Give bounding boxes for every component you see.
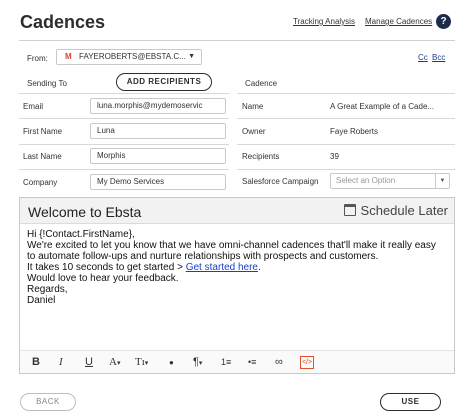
cc-link[interactable]: Cc [418, 53, 428, 62]
bcc-link[interactable]: Bcc [432, 53, 445, 62]
company-label: Company [23, 178, 58, 187]
header-divider [19, 40, 455, 41]
body-line: Daniel [27, 295, 56, 306]
cadence-label: Cadence [245, 79, 278, 88]
salesforce-campaign-select[interactable]: Select an Option ▼ [330, 173, 450, 189]
body-text: . [257, 262, 261, 273]
calendar-icon [343, 204, 356, 216]
first-name-field[interactable]: Luna [90, 123, 226, 139]
use-button[interactable]: USE [380, 393, 441, 411]
chevron-down-icon: ▾ [144, 359, 149, 367]
body-line: to automate follow-ups and nurture relat… [27, 251, 379, 262]
row-divider [19, 93, 229, 94]
italic-icon[interactable]: I [59, 356, 63, 369]
underline-icon[interactable]: U [85, 356, 93, 369]
body-text: It takes 10 seconds to get started > [27, 262, 186, 273]
link-icon[interactable]: ∞ [275, 356, 283, 369]
ink-icon[interactable]: ● [169, 356, 174, 369]
body-line: Would love to hear your feedback. [27, 273, 179, 284]
font-size-glyph: Tı [135, 356, 145, 368]
manage-cadences-link[interactable]: Manage Cadences [365, 17, 432, 26]
get-started-link[interactable]: Get started here [186, 262, 258, 273]
email-field[interactable]: luna.morphis@mydemoservic [90, 98, 226, 114]
from-label: From: [27, 54, 48, 63]
help-icon[interactable]: ? [436, 14, 451, 29]
first-name-label: First Name [23, 127, 63, 136]
add-recipients-button[interactable]: ADD RECIPIENTS [116, 73, 212, 91]
tracking-analysis-link[interactable]: Tracking Analysis [293, 17, 355, 26]
bullet-list-icon[interactable]: •≡ [248, 356, 256, 369]
formatting-toolbar: B I U A▾ Tı▾ ● ¶▾ 1≡ •≡ ∞ </> [20, 350, 454, 373]
row-divider [237, 169, 455, 170]
last-name-label: Last Name [23, 152, 62, 161]
page-title: Cadences [20, 12, 106, 32]
font-size-icon[interactable]: Tı▾ [135, 356, 148, 369]
subject-input[interactable]: Welcome to Ebsta [28, 204, 141, 220]
back-button[interactable]: BACK [20, 393, 76, 411]
schedule-later-button[interactable]: Schedule Later [343, 203, 448, 218]
email-body[interactable]: Hi {!Contact.FirstName}, We're excited t… [27, 229, 451, 306]
row-divider [19, 118, 229, 119]
chevron-down-icon: ▾ [116, 359, 121, 367]
owner-label: Owner [242, 127, 266, 136]
owner-value: Faye Roberts [330, 127, 379, 136]
salesforce-campaign-label: Salesforce Campaign [242, 177, 319, 186]
body-line: We're excited to let you know that we ha… [27, 240, 436, 251]
row-divider [19, 169, 229, 170]
salesforce-campaign-placeholder: Select an Option [336, 176, 396, 185]
sending-to-label: Sending To [27, 79, 67, 88]
subject-bar: Welcome to Ebsta Schedule Later [20, 198, 454, 224]
chevron-down-icon: ▼ [435, 174, 449, 188]
email-editor[interactable]: Welcome to Ebsta Schedule Later Hi {!Con… [19, 197, 455, 374]
from-select[interactable]: M FAYEROBERTS@EBSTA.C... ▼ [56, 49, 202, 65]
row-divider [19, 144, 229, 145]
recipients-label: Recipients [242, 152, 280, 161]
font-color-icon[interactable]: A▾ [109, 356, 120, 369]
bold-icon[interactable]: B [32, 356, 40, 369]
gmail-icon: M [65, 52, 72, 61]
cadence-name-value: A Great Example of a Cade... [330, 102, 435, 111]
company-field[interactable]: My Demo Services [90, 174, 226, 190]
row-divider [237, 118, 455, 119]
last-name-field[interactable]: Morphis [90, 148, 226, 164]
body-line: It takes 10 seconds to get started > Get… [27, 262, 451, 273]
from-value: FAYEROBERTS@EBSTA.C... [79, 52, 186, 61]
body-line: Regards, [27, 284, 68, 295]
chevron-down-icon: ▼ [188, 53, 195, 60]
paragraph-icon[interactable]: ¶▾ [193, 356, 202, 369]
code-view-icon[interactable]: </> [300, 356, 314, 369]
header: Cadences Tracking Analysis Manage Cadenc… [0, 0, 474, 44]
body-line: Hi {!Contact.FirstName}, [27, 229, 135, 240]
row-divider [237, 93, 455, 94]
chevron-down-icon: ▾ [198, 360, 203, 367]
email-label: Email [23, 102, 44, 111]
schedule-later-label: Schedule Later [360, 203, 448, 218]
ordered-list-icon[interactable]: 1≡ [221, 356, 231, 369]
row-divider [237, 144, 455, 145]
recipients-value: 39 [330, 152, 339, 161]
font-color-glyph: A [109, 356, 117, 368]
cadence-name-label: Name [242, 102, 264, 111]
